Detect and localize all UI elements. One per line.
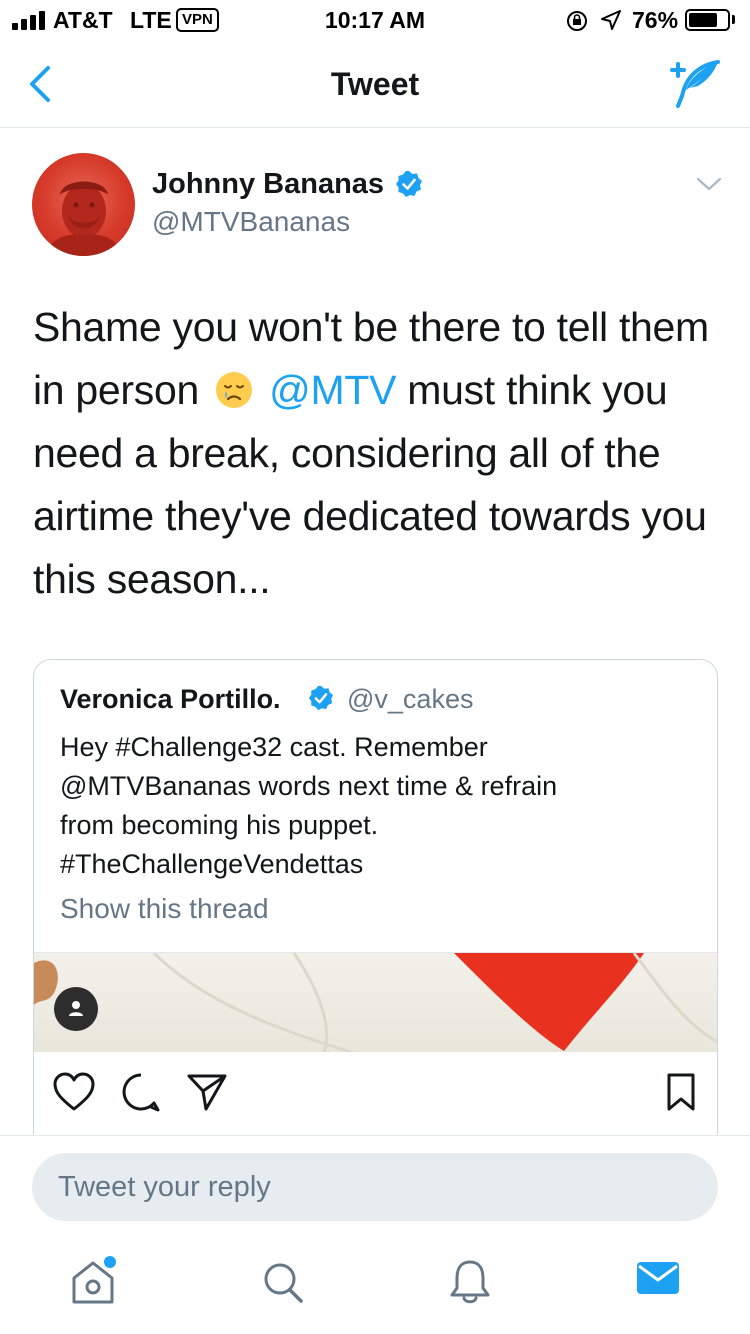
crying-face-emoji-icon [216,372,253,408]
status-bar: AT&T LTE VPN 10:17 AM 76% [0,0,750,40]
comment-icon[interactable] [120,1072,162,1114]
bookmark-icon[interactable] [666,1072,696,1112]
avatar-photo [46,181,122,256]
send-icon[interactable] [186,1072,228,1112]
tagged-user-icon[interactable] [54,987,98,1031]
author-avatar[interactable] [32,153,135,256]
battery-percent: 76% [632,7,679,33]
reply-input[interactable] [32,1153,718,1221]
chevron-down-icon[interactable] [694,172,724,196]
media-action-row [0,1060,750,1130]
media-photo [34,953,717,1052]
battery-icon [685,9,730,31]
author-name[interactable]: Johnny Bananas [152,168,384,201]
page-title: Tweet [330,66,420,102]
verified-badge-icon [308,685,334,711]
verified-badge-icon [396,171,422,197]
quoted-tweet-text: Hey #Challenge32 cast. Remember @MTVBana… [60,732,558,879]
rotation-lock-icon [567,11,587,31]
compose-tweet-button[interactable] [664,58,724,112]
reply-bar [0,1135,750,1235]
search-icon[interactable] [260,1258,306,1306]
battery-fill [689,13,718,27]
mention-link-mtv[interactable]: @MTV [269,367,396,413]
battery-cap [732,15,735,24]
home-notification-dot [104,1256,116,1268]
notifications-bell-icon[interactable] [448,1258,492,1306]
person-icon [69,1001,83,1016]
tweet-text: Shame you won't be there to tell them in… [33,296,723,611]
nav-bar: Tweet [0,40,750,128]
location-arrow-icon [601,10,621,30]
quoted-author-name: Veronica Portillo. [60,684,281,714]
author-handle[interactable]: @MTVBananas [152,206,350,238]
messages-envelope-icon[interactable] [636,1258,680,1298]
quoted-author-handle: @v_cakes [347,684,474,714]
quoted-media-image[interactable] [34,952,717,1052]
show-thread-link[interactable]: Show this thread [60,893,269,925]
heart-icon[interactable] [52,1072,96,1112]
